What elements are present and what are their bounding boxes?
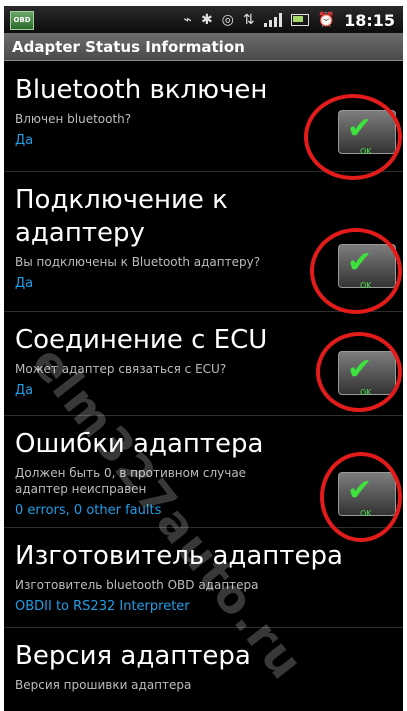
item-value: Да — [15, 276, 34, 291]
status-icons: ⌁ ✱ ◎ ⇅ ⏰ 18:15 — [184, 10, 396, 30]
item-title: Подключение к адаптеру — [15, 185, 228, 248]
alarm-icon: ⏰ — [317, 12, 336, 28]
status-bar: OBD ⌁ ✱ ◎ ⇅ ⏰ 18:15 — [4, 6, 403, 33]
item-description: Вы подключены к Bluetooth адаптеру? — [15, 255, 261, 269]
item-value: OBDII to RS232 Interpreter — [15, 599, 190, 614]
red-circle-annotation — [304, 94, 402, 180]
item-title: Версия адаптера — [15, 641, 251, 671]
phone-screen: OBD ⌁ ✱ ◎ ⇅ ⏰ 18:15 Adapter Status Infor… — [4, 6, 403, 711]
sync-icon: ◎ — [221, 12, 234, 28]
red-circle-annotation — [310, 228, 402, 314]
item-description: Влючен bluetooth? — [15, 112, 132, 126]
item-value: Да — [15, 133, 34, 148]
red-circle-annotation — [320, 452, 402, 542]
network-icon: ⇅ — [242, 12, 255, 28]
item-title: Bluetooth включен — [15, 75, 268, 105]
list-item-adapter-version[interactable]: Версия адаптера Версия прошивки адаптера — [4, 628, 403, 711]
obd-app-icon: OBD — [10, 11, 34, 30]
red-circle-annotation — [316, 332, 402, 412]
item-description: Версия прошивки адаптера — [15, 678, 192, 692]
battery-icon — [290, 14, 309, 26]
signal-icon — [263, 13, 282, 27]
bluetooth-icon: ✱ — [200, 12, 213, 28]
usb-icon: ⌁ — [183, 12, 192, 28]
title-bar: Adapter Status Information — [4, 33, 403, 61]
clock: 18:15 — [344, 10, 395, 30]
